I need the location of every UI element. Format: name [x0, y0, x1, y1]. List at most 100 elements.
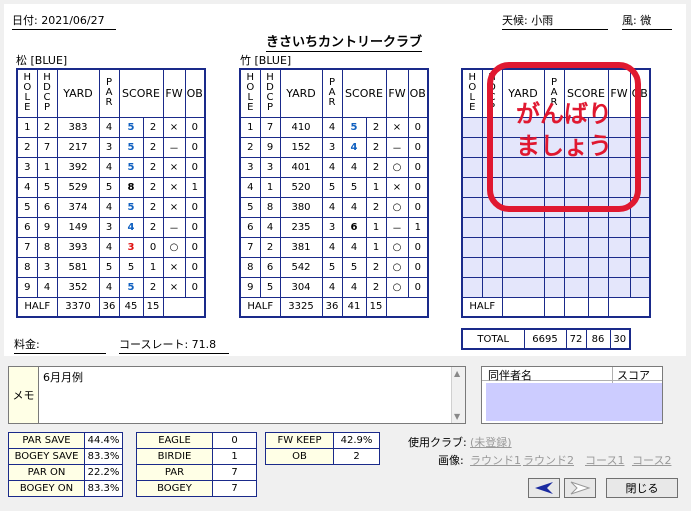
- clubs-label: 使用クラブ:: [408, 436, 467, 449]
- course2-link[interactable]: コース2: [632, 452, 671, 468]
- empty-cell: [563, 236, 589, 258]
- hole-fw: ×: [162, 156, 186, 178]
- back-course-label: 竹 [BLUE]: [240, 54, 292, 67]
- stats-table-fw: FW KEEP 42.9% OB 2: [265, 432, 380, 465]
- hole-fw: ○: [385, 276, 409, 298]
- course1-link[interactable]: コース1: [585, 452, 624, 468]
- hole-number: 1: [239, 116, 261, 138]
- hole-yard: 235: [279, 216, 323, 238]
- hole-yard: 380: [279, 196, 323, 218]
- hole-score: 4: [341, 196, 367, 218]
- hole-number: 6: [16, 216, 38, 238]
- half-row: HALF 3325 36 41 15: [239, 296, 429, 318]
- hole-ob: 0: [407, 256, 429, 278]
- empty-cell: [607, 216, 631, 238]
- empty-hole-row: [461, 236, 651, 258]
- hole-hdcp: 6: [36, 196, 58, 218]
- hole-putts: 1: [365, 176, 387, 198]
- hole-row: 5 6 374 4 5 2 × 0: [16, 196, 206, 218]
- hole-yard: 352: [56, 276, 100, 298]
- col-hole: HOLE: [239, 68, 261, 118]
- empty-cell: [501, 216, 545, 238]
- hole-hdcp: 7: [259, 116, 281, 138]
- hole-hdcp: 3: [36, 256, 58, 278]
- hole-putts: 2: [142, 276, 164, 298]
- hole-par: 5: [321, 256, 343, 278]
- club-name: きさいちカントリークラブ: [266, 31, 423, 52]
- hole-par: 3: [98, 136, 120, 158]
- fee-label: 料金:: [14, 336, 106, 354]
- stat-value: 0: [212, 432, 257, 449]
- round1-link[interactable]: ラウンド1: [470, 452, 521, 468]
- hole-row: 7 2 381 4 4 1 ○ 0: [239, 236, 429, 258]
- empty-hole-row: [461, 216, 651, 238]
- companions-body[interactable]: [486, 383, 662, 421]
- hole-hdcp: 1: [259, 176, 281, 198]
- hole-row: 6 4 235 3 6 1 － 1: [239, 216, 429, 238]
- hole-par: 4: [98, 156, 120, 178]
- hole-row: 1 7 410 4 5 2 × 0: [239, 116, 429, 138]
- round2-link[interactable]: ラウンド2: [523, 452, 574, 468]
- hole-hdcp: 5: [36, 176, 58, 198]
- hole-number: 3: [16, 156, 38, 178]
- hole-fw: ×: [162, 256, 186, 278]
- hole-yard: 374: [56, 196, 100, 218]
- hole-par: 3: [98, 216, 120, 238]
- stamp-line-2: ましょう: [516, 132, 612, 160]
- hole-putts: 2: [365, 156, 387, 178]
- memo-text[interactable]: 6月月例: [43, 369, 83, 385]
- memo-label: メモ: [9, 367, 39, 423]
- hole-yard: 393: [56, 236, 100, 258]
- scroll-down-icon[interactable]: ▼: [454, 412, 460, 421]
- col-fw: FW: [385, 68, 409, 118]
- hole-score: 5: [341, 176, 367, 198]
- empty-hole-row: [461, 276, 651, 298]
- images-label: 画像:: [438, 454, 464, 467]
- empty-cell: [543, 296, 565, 318]
- hole-row: 7 8 393 4 3 0 ○ 0: [16, 236, 206, 258]
- companion-score-header[interactable]: スコア: [612, 367, 662, 383]
- total-score: 86: [585, 328, 611, 350]
- stats-table-rates: PAR SAVE 44.4% BOGEY SAVE 83.3% PAR ON 22.2% B…: [8, 432, 123, 497]
- hole-yard: 149: [56, 216, 100, 238]
- hole-score: 4: [341, 236, 367, 258]
- empty-cell: [481, 256, 503, 278]
- hole-par: 3: [321, 136, 343, 158]
- hole-row: 8 3 581 5 5 1 × 0: [16, 256, 206, 278]
- stat-row: OB 2: [265, 448, 380, 465]
- hole-number: 1: [16, 116, 38, 138]
- close-button[interactable]: 閉じる: [606, 478, 678, 498]
- stat-row: BOGEY SAVE 83.3%: [8, 448, 123, 465]
- stat-value: 42.9%: [333, 432, 380, 449]
- hole-putts: 2: [142, 156, 164, 178]
- clubs-link[interactable]: (未登録): [470, 434, 512, 450]
- hole-par: 5: [321, 176, 343, 198]
- hole-ob: 0: [407, 276, 429, 298]
- hole-row: 2 9 152 3 4 2 － 0: [239, 136, 429, 158]
- prev-button[interactable]: [528, 478, 560, 498]
- half-score: 41: [341, 296, 367, 318]
- empty-cell: [543, 256, 565, 278]
- memo-box[interactable]: メモ 6月月例 ▲ ▼: [8, 366, 466, 424]
- hole-par: 4: [98, 116, 120, 138]
- half-label: HALF: [239, 296, 281, 318]
- hole-par: 4: [98, 236, 120, 258]
- hole-hdcp: 9: [259, 136, 281, 158]
- hole-row: 2 7 217 3 5 2 － 0: [16, 136, 206, 158]
- col-ob: OB: [184, 68, 206, 118]
- hole-row: 1 2 383 4 5 2 × 0: [16, 116, 206, 138]
- hole-score: 4: [341, 156, 367, 178]
- total-yard: 6695: [523, 328, 567, 350]
- next-button[interactable]: [564, 478, 596, 498]
- hole-yard: 152: [279, 136, 323, 158]
- companion-name-header[interactable]: 同伴者名: [488, 367, 532, 383]
- scroll-up-icon[interactable]: ▲: [454, 369, 460, 378]
- hole-score: 4: [118, 216, 144, 238]
- companions-list[interactable]: 同伴者名 スコア: [481, 366, 663, 424]
- empty-cell: [587, 296, 609, 318]
- hole-par: 4: [321, 236, 343, 258]
- col-par: PAR: [321, 68, 343, 118]
- empty-cell: [481, 236, 503, 258]
- hole-yard: 529: [56, 176, 100, 198]
- memo-scrollbar[interactable]: ▲ ▼: [451, 367, 465, 423]
